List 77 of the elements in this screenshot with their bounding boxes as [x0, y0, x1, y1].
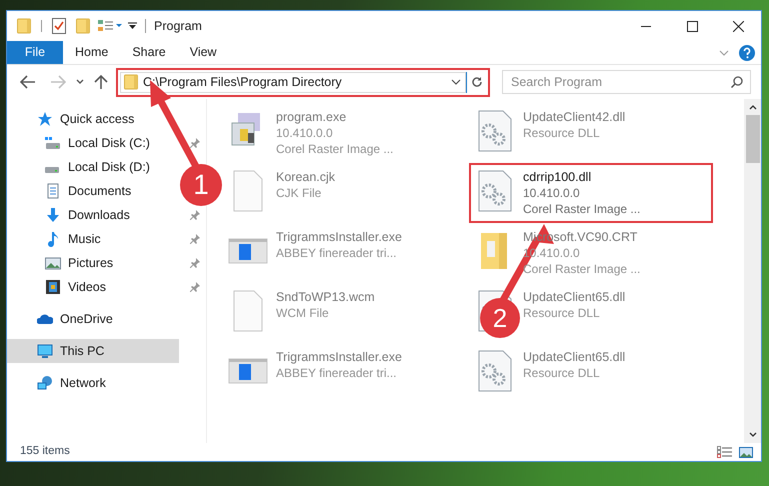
back-arrow-icon[interactable]	[20, 75, 36, 89]
picture-icon	[45, 255, 61, 271]
file-name[interactable]: TrigrammsInstaller.exe	[276, 349, 402, 365]
expand-ribbon-caret-icon[interactable]	[719, 50, 729, 56]
item-count: 155 items	[20, 444, 70, 460]
sidebar-item[interactable]: Documents	[7, 179, 179, 203]
file-detail: Corel Raster Image ...	[523, 201, 640, 217]
file-name[interactable]: program.exe	[276, 109, 346, 125]
pin-icon[interactable]	[190, 234, 200, 244]
star-icon	[37, 111, 53, 127]
download-arrow-icon	[45, 207, 61, 223]
file-detail: 10.410.0.0	[276, 125, 333, 141]
ribbon-tab[interactable]: View	[178, 41, 229, 64]
file-detail: ABBEY finereader tri...	[276, 365, 397, 381]
pin-icon[interactable]	[190, 210, 200, 220]
view-dropdown-icon[interactable]	[98, 19, 122, 33]
music-note-icon	[45, 231, 61, 247]
new-folder-icon	[76, 18, 90, 34]
sidebar-item[interactable]: Videos	[7, 275, 179, 299]
properties-check-icon[interactable]	[52, 18, 66, 34]
sidebar-item[interactable]: Network	[7, 371, 179, 395]
refresh-icon	[470, 76, 482, 88]
drive-icon	[45, 135, 61, 151]
up-arrow-icon[interactable]	[94, 74, 108, 90]
scrollbar[interactable]	[744, 99, 761, 443]
file-detail: ABBEY finereader tri...	[276, 245, 397, 261]
file-detail: Resource DLL	[523, 305, 600, 321]
search-field[interactable]: Search Program	[502, 70, 751, 94]
document-icon	[45, 183, 61, 199]
folder-icon	[124, 74, 138, 90]
pin-icon[interactable]	[190, 138, 200, 148]
ribbon-tab[interactable]: Share	[120, 41, 178, 64]
file-name[interactable]: Korean.cjk	[276, 169, 336, 185]
sidebar-item[interactable]: Music	[7, 227, 179, 251]
file-name[interactable]: UpdateClient42.dll	[523, 109, 626, 125]
file-detail: CJK File	[276, 185, 322, 201]
sidebar-item[interactable]: Pictures	[7, 251, 179, 275]
ribbon-tab[interactable]: Home	[63, 41, 120, 64]
dropdown-caret-icon[interactable]	[76, 79, 84, 85]
file-name[interactable]: TrigrammsInstaller.exe	[276, 229, 402, 245]
sidebar-item[interactable]: Downloads	[7, 203, 179, 227]
large-icons-view-icon[interactable]	[739, 446, 753, 458]
file-name[interactable]: UpdateClient65.dll	[523, 349, 626, 365]
file-detail: Resource DLL	[523, 125, 600, 141]
file-detail: Resource DLL	[523, 365, 600, 381]
scroll-up-icon[interactable]	[748, 105, 756, 110]
drive-icon	[45, 167, 59, 173]
close-icon	[732, 20, 744, 32]
sidebar-item[interactable]: Local Disk (D:)	[7, 155, 179, 179]
file-name[interactable]: SndToWP13.wcm	[276, 289, 375, 305]
customize-caret-icon[interactable]	[128, 22, 137, 30]
pin-icon[interactable]	[190, 258, 200, 268]
sidebar-item[interactable]: This PC	[7, 339, 179, 363]
file-detail: Corel Raster Image ...	[523, 261, 640, 277]
maximize-icon	[686, 20, 698, 32]
sidebar-item[interactable]: Local Disk (C:)	[7, 131, 179, 155]
pin-icon[interactable]	[190, 282, 200, 292]
scroll-down-icon[interactable]	[748, 432, 756, 437]
film-icon	[45, 279, 61, 295]
monitor-icon	[37, 343, 53, 359]
network-icon	[37, 375, 53, 391]
scrollbar-thumb[interactable]	[746, 115, 760, 163]
folder-icon	[17, 18, 31, 34]
file-name[interactable]: UpdateClient65.dll	[523, 289, 626, 305]
sidebar-item[interactable]: Quick access	[7, 107, 179, 131]
file-detail: WCM File	[276, 305, 329, 321]
file-name[interactable]: cdrrip100.dll	[523, 169, 592, 185]
address-field[interactable]: C:\Program Files\Program Directory	[120, 72, 466, 92]
file-detail: 10.410.0.0	[523, 185, 580, 201]
help-icon[interactable]	[739, 44, 755, 60]
file-detail: Corel Raster Image ...	[276, 141, 394, 157]
sidebar-item[interactable]: OneDrive	[7, 307, 179, 331]
dropdown-caret-icon[interactable]	[451, 79, 461, 85]
details-view-icon[interactable]	[717, 446, 733, 458]
search-icon	[731, 76, 743, 88]
window-title: Program	[154, 18, 202, 35]
file-menu-tab[interactable]: File	[7, 41, 63, 64]
